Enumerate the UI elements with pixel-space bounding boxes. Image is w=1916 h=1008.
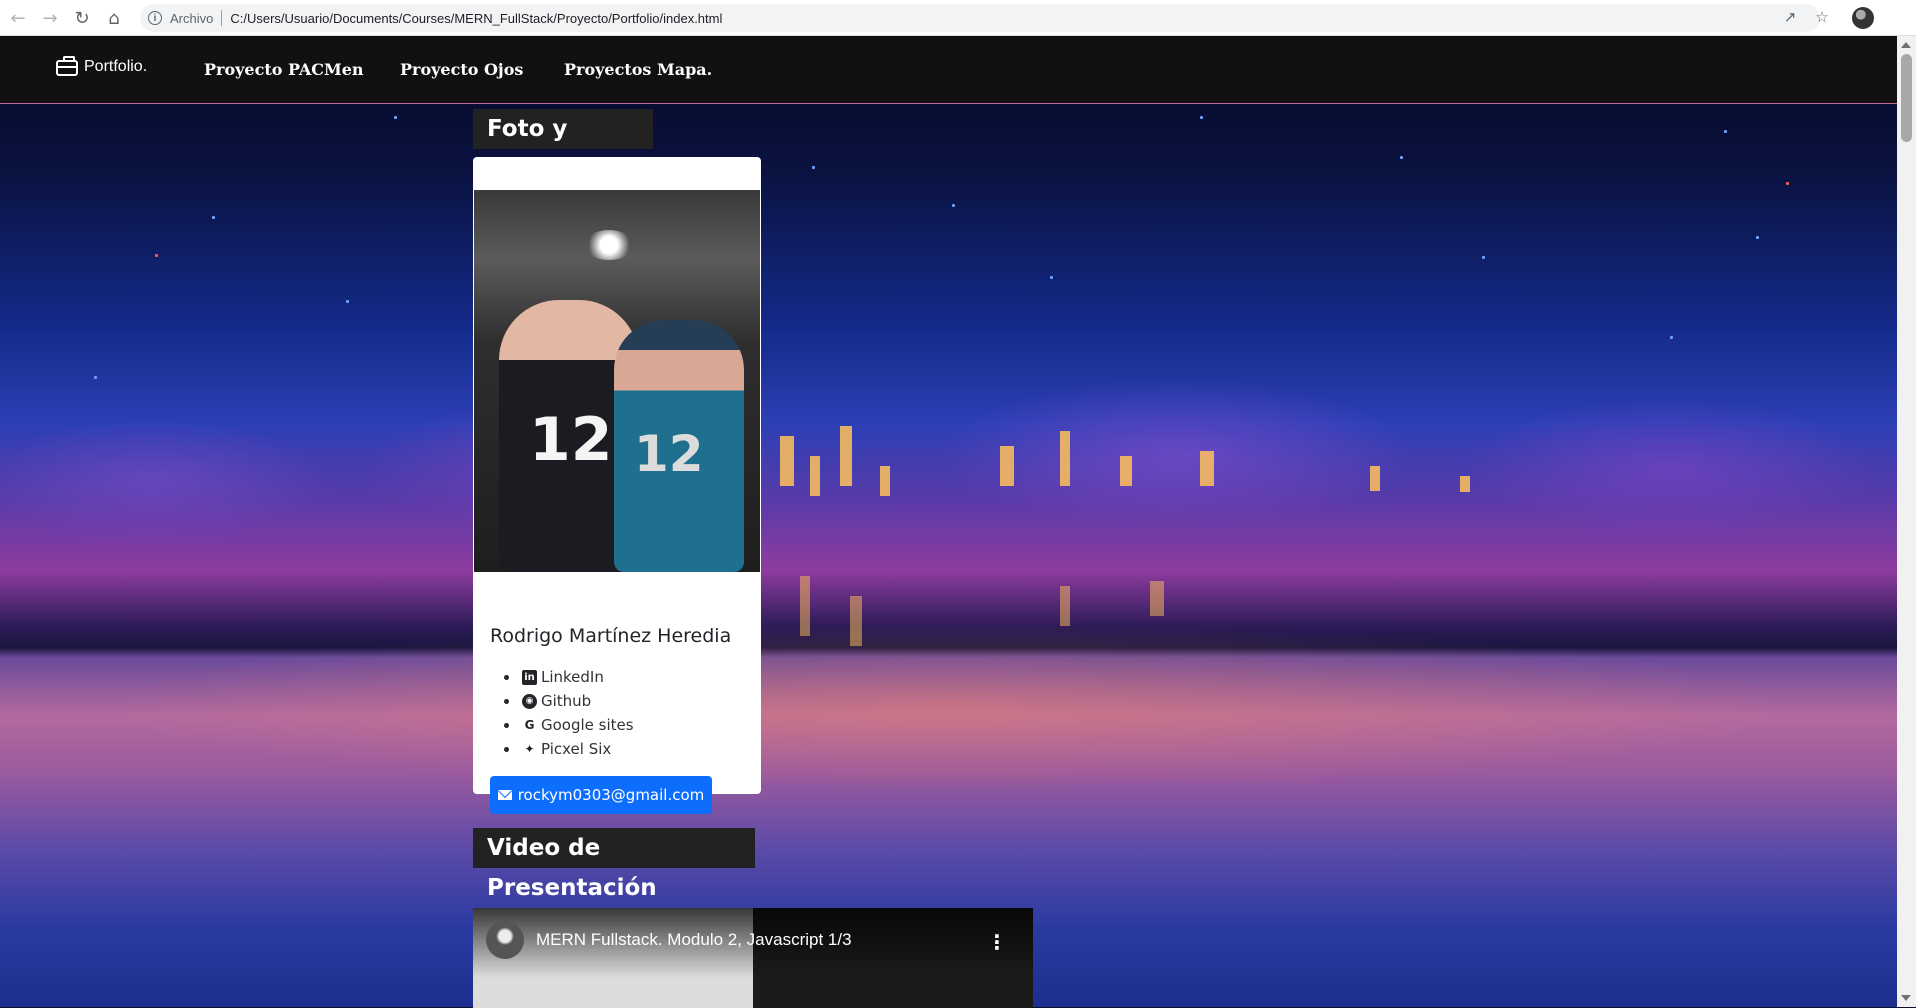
- jersey-number-right: 12: [634, 425, 704, 483]
- url-text[interactable]: C:/Users/Usuario/Documents/Courses/MERN_…: [230, 11, 722, 26]
- link-github[interactable]: ◉ Github: [490, 689, 634, 713]
- star-icon[interactable]: ☆: [1811, 6, 1833, 28]
- link-picxel-six-label[interactable]: Picxel Six: [541, 740, 611, 758]
- envelope-icon: [497, 790, 512, 800]
- video-title[interactable]: MERN Fullstack. Modulo 2, Javascript 1/3: [536, 930, 852, 950]
- link-picxel-six[interactable]: ✦ Picxel Six: [490, 737, 634, 761]
- nav-link-pacmen[interactable]: Proyecto PACMen: [204, 60, 364, 79]
- brand-label: Portfolio.: [84, 58, 148, 75]
- browser-toolbar: ← → ↻ ⌂ i Archivo C:/Users/Usuario/Docum…: [0, 0, 1916, 36]
- scroll-up-arrow-icon[interactable]: [1901, 42, 1911, 48]
- nav-link-ojos[interactable]: Proyecto Ojos: [400, 60, 523, 79]
- info-icon[interactable]: i: [148, 11, 162, 25]
- link-linkedin-label[interactable]: LinkedIn: [541, 668, 604, 686]
- profile-avatar[interactable]: [1852, 7, 1874, 29]
- scheme-label: Archivo: [170, 10, 214, 26]
- site-navbar: Portfolio. Proyecto PACMen Proyecto Ojos…: [0, 36, 1897, 104]
- link-google-sites-label[interactable]: Google sites: [541, 716, 634, 734]
- address-bar[interactable]: i Archivo C:/Users/Usuario/Documents/Cou…: [140, 4, 1820, 32]
- section-title-video: Video de Presentación: [473, 828, 755, 901]
- link-linkedin[interactable]: in LinkedIn: [490, 665, 634, 689]
- twitter-icon: ✦: [524, 742, 535, 756]
- forward-icon[interactable]: →: [38, 6, 62, 30]
- briefcase-icon: [56, 56, 78, 76]
- section-title-photo: Foto y Datos.: [473, 109, 653, 182]
- home-icon[interactable]: ⌂: [102, 6, 126, 30]
- linkedin-icon: in: [522, 669, 537, 685]
- reload-icon[interactable]: ↻: [70, 6, 94, 30]
- google-icon: G: [524, 718, 535, 732]
- stadium-light: [584, 230, 634, 260]
- email-label: rockym0303@gmail.com: [517, 786, 705, 804]
- github-icon: ◉: [522, 693, 537, 709]
- page-viewport: Portfolio. Proyecto PACMen Proyecto Ojos…: [0, 36, 1897, 1007]
- page-scrollbar[interactable]: [1897, 36, 1916, 1007]
- profile-card: 12 12 Rodrigo Martínez Heredia in Linked…: [473, 157, 761, 814]
- nav-link-mapa[interactable]: Proyectos Mapa.: [564, 60, 712, 79]
- jersey-number-left: 12: [529, 405, 613, 475]
- profile-name: Rodrigo Martínez Heredia: [490, 625, 732, 647]
- video-embed[interactable]: MERN Fullstack. Modulo 2, Javascript 1/3…: [473, 908, 1033, 1008]
- profile-links: in LinkedIn ◉ Github G Google sites ✦ Pi…: [490, 665, 634, 761]
- address-separator: [221, 10, 223, 26]
- navbar-brand[interactable]: Portfolio.: [56, 56, 148, 76]
- background-clouds: [0, 326, 1897, 586]
- more-options-icon[interactable]: ⋮: [987, 930, 1007, 954]
- profile-photo: 12 12: [474, 190, 760, 572]
- scroll-down-arrow-icon[interactable]: [1901, 995, 1911, 1001]
- back-icon[interactable]: ←: [6, 6, 30, 30]
- link-google-sites[interactable]: G Google sites: [490, 713, 634, 737]
- email-button[interactable]: rockym0303@gmail.com: [490, 776, 712, 814]
- share-icon[interactable]: ↗: [1779, 6, 1801, 28]
- channel-avatar[interactable]: [486, 921, 524, 959]
- link-github-label[interactable]: Github: [541, 692, 591, 710]
- scroll-thumb[interactable]: [1901, 54, 1912, 142]
